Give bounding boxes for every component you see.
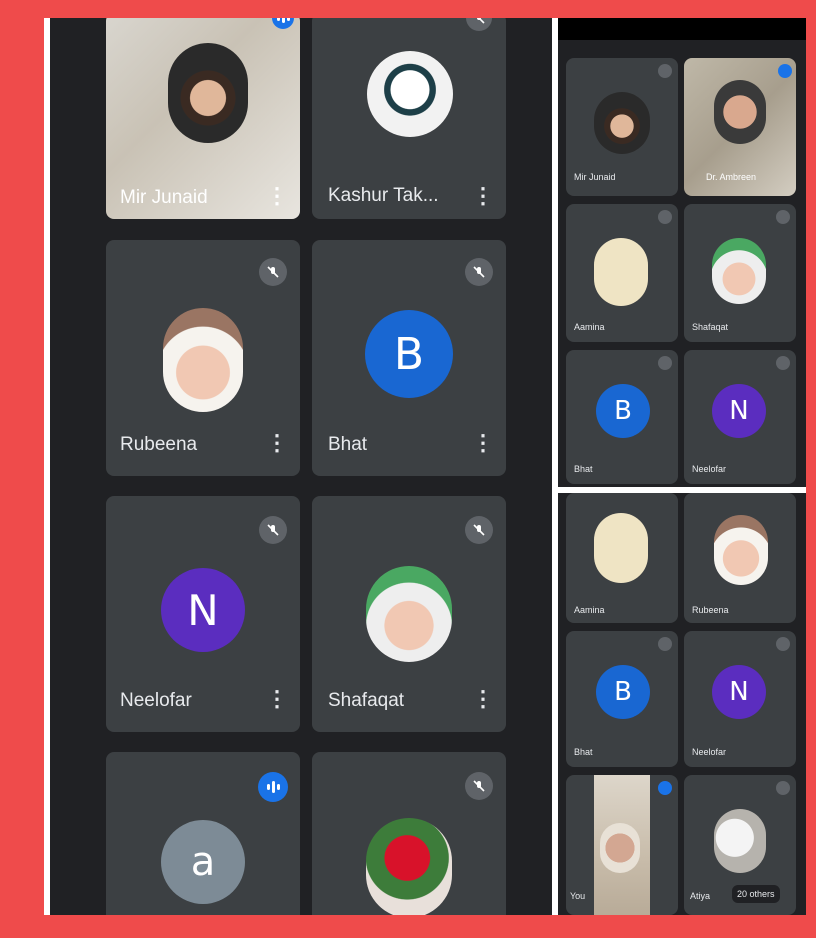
participant-avatar	[594, 513, 648, 583]
participant-avatar	[367, 51, 453, 137]
more-options-icon[interactable]: ⋮	[472, 686, 494, 712]
participant-tile[interactable]: a	[106, 752, 300, 915]
participant-avatar	[163, 308, 243, 412]
more-options-icon[interactable]: ⋮	[472, 430, 494, 456]
participant-avatar	[366, 818, 452, 915]
participant-tile[interactable]: Rubeena	[684, 493, 796, 623]
participant-tile[interactable]: Mir Junaid ⋮	[106, 18, 300, 219]
participant-name: Bhat	[328, 434, 368, 455]
others-count-badge[interactable]: 20 others	[732, 885, 780, 903]
side-meeting-grid-bottom: Aamina Rubeena B Bhat N Neelofar You Ati…	[558, 493, 806, 915]
participant-tile[interactable]	[312, 752, 506, 915]
top-bar	[558, 18, 806, 40]
mic-off-icon	[465, 258, 493, 286]
participant-avatar	[594, 238, 648, 306]
participant-name: Atiya	[690, 891, 711, 901]
participant-tile[interactable]: Kashur Tak... ⋮	[312, 18, 506, 219]
mic-off-icon	[776, 210, 790, 224]
participant-tile[interactable]: N Neelofar	[684, 350, 796, 484]
participant-name: Neelofar	[692, 747, 727, 757]
participant-name: Dr. Ambreen	[706, 172, 757, 182]
participant-name: Bhat	[574, 747, 593, 757]
participant-tile[interactable]: B Bhat	[566, 350, 678, 484]
more-options-icon[interactable]: ⋮	[266, 183, 288, 209]
main-meeting-grid: Mir Junaid ⋮ Kashur Tak... ⋮ Rubeena ⋮ B…	[50, 18, 552, 915]
participant-tile[interactable]: B Bhat	[566, 631, 678, 767]
mic-off-icon	[658, 637, 672, 651]
more-options-icon[interactable]: ⋮	[472, 183, 494, 209]
participant-name: Rubeena	[120, 434, 198, 455]
participant-avatar: B	[596, 665, 650, 719]
participant-avatar	[712, 238, 766, 304]
participant-tile[interactable]: B Bhat ⋮	[312, 240, 506, 476]
participant-tile[interactable]: Shafaqat ⋮	[312, 496, 506, 732]
more-options-icon[interactable]: ⋮	[266, 686, 288, 712]
participant-tile[interactable]: N Neelofar ⋮	[106, 496, 300, 732]
participant-name: Shafaqat	[328, 690, 405, 711]
participant-tile[interactable]: Aamina	[566, 204, 678, 342]
side-meeting-grid-top: Mir Junaid Dr. Ambreen Aamina Shafaqat B…	[558, 18, 806, 487]
participant-name: Bhat	[574, 464, 593, 474]
mic-off-icon	[259, 516, 287, 544]
mic-off-icon	[776, 637, 790, 651]
participant-tile[interactable]: Dr. Ambreen	[684, 58, 796, 196]
participant-avatar: N	[161, 568, 245, 652]
participant-avatar: N	[712, 665, 766, 719]
participant-name: Rubeena	[692, 605, 729, 615]
participant-name: Neelofar	[120, 690, 192, 711]
speaking-indicator-icon	[778, 64, 792, 78]
participant-video	[600, 823, 640, 873]
participant-avatar	[366, 566, 452, 662]
participant-name: Aamina	[574, 605, 605, 615]
participant-tile[interactable]: Rubeena ⋮	[106, 240, 300, 476]
participant-name: You	[570, 891, 586, 901]
participant-name: Neelofar	[692, 464, 727, 474]
participant-tile[interactable]: Shafaqat	[684, 204, 796, 342]
participant-tile[interactable]: Mir Junaid	[566, 58, 678, 196]
participant-avatar	[714, 809, 766, 873]
mic-off-icon	[776, 781, 790, 795]
participant-name: Kashur Tak...	[328, 185, 439, 206]
mic-off-icon	[259, 258, 287, 286]
participant-tile[interactable]: N Neelofar	[684, 631, 796, 767]
participant-avatar	[594, 92, 650, 154]
participant-name: Mir Junaid	[120, 187, 208, 208]
participant-video	[168, 43, 248, 143]
participant-name: Aamina	[574, 322, 605, 332]
mic-off-icon	[466, 18, 492, 31]
participant-avatar	[714, 515, 768, 585]
participant-avatar: N	[712, 384, 766, 438]
participant-name: Mir Junaid	[574, 172, 616, 182]
self-view-tile[interactable]: You	[566, 775, 678, 915]
participant-avatar: a	[161, 820, 245, 904]
participant-tile[interactable]: Aamina	[566, 493, 678, 623]
participant-tile[interactable]: Atiya 20 others	[684, 775, 796, 915]
mic-off-icon	[465, 772, 493, 800]
more-options-icon[interactable]: ⋮	[266, 430, 288, 456]
mic-off-icon	[776, 356, 790, 370]
mic-off-icon	[658, 356, 672, 370]
screenshot-frame: Mir Junaid ⋮ Kashur Tak... ⋮ Rubeena ⋮ B…	[44, 18, 806, 915]
participant-avatar: B	[596, 384, 650, 438]
speaking-indicator-icon	[272, 18, 294, 29]
speaking-indicator-icon	[258, 772, 288, 802]
participant-avatar: B	[365, 310, 453, 398]
mic-off-icon	[465, 516, 493, 544]
participant-video	[714, 80, 766, 144]
speaking-indicator-icon	[658, 781, 672, 795]
mic-off-icon	[658, 64, 672, 78]
mic-off-icon	[658, 210, 672, 224]
participant-name: Shafaqat	[692, 322, 729, 332]
